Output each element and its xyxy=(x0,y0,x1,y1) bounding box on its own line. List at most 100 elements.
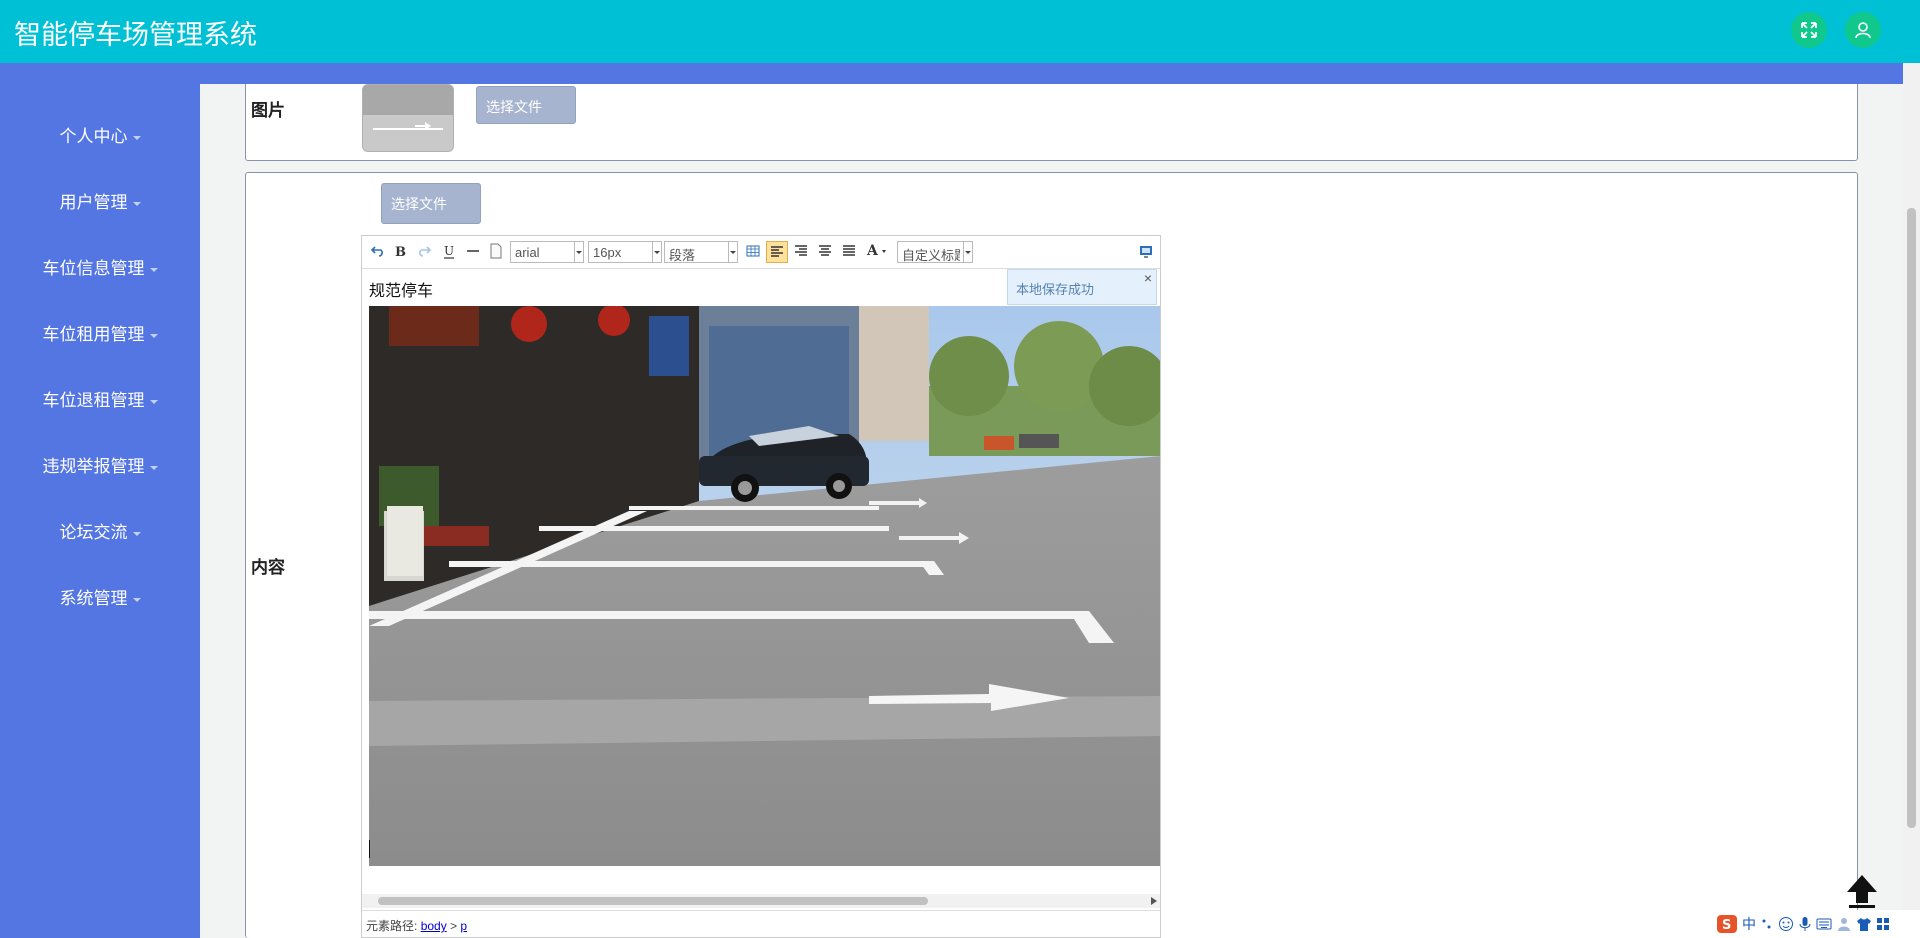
toast-message: 本地保存成功 xyxy=(1016,282,1095,297)
content-field-label: 内容 xyxy=(251,558,285,577)
path-p-link[interactable]: p xyxy=(460,919,467,933)
back-to-top-button[interactable] xyxy=(1844,872,1880,910)
text-cursor xyxy=(369,840,370,858)
dropdown-arrow-icon xyxy=(728,242,737,262)
microphone-icon[interactable] xyxy=(1798,916,1812,932)
font-size-value: 16px xyxy=(593,245,622,260)
svg-text:U: U xyxy=(444,244,454,258)
sidebar-item-forum[interactable]: 论坛交流 xyxy=(0,518,200,543)
path-separator: > xyxy=(450,919,458,933)
local-save-toast: 本地保存成功 × xyxy=(1007,269,1157,305)
punctuation-icon[interactable] xyxy=(1760,917,1774,931)
app-title: 智能停车场管理系统 xyxy=(14,20,257,50)
caret-down-icon xyxy=(149,399,158,404)
font-family-value: arial xyxy=(515,245,540,260)
scroll-right-arrow-icon[interactable] xyxy=(1151,897,1157,905)
font-color-icon[interactable]: A xyxy=(866,243,888,259)
top-header: 智能停车场管理系统 xyxy=(0,0,1920,63)
editor-horizontal-scrollbar[interactable] xyxy=(362,894,1160,908)
caret-down-icon xyxy=(132,531,141,536)
sidebar-item-personal-center[interactable]: 个人中心 xyxy=(0,122,200,147)
content-choose-file-button[interactable]: 选择文件 xyxy=(381,183,481,224)
sidebar-item-space-rental[interactable]: 车位租用管理 xyxy=(0,320,200,345)
sidebar-item-system-management[interactable]: 系统管理 xyxy=(0,584,200,609)
expand-arrows-icon xyxy=(1801,22,1817,38)
element-path-bar: 元素路径: body > p xyxy=(362,910,1160,937)
caret-down-icon xyxy=(149,333,158,338)
caret-down-icon xyxy=(132,135,141,140)
image-thumbnail[interactable] xyxy=(362,84,454,152)
custom-title-value: 自定义标题 xyxy=(902,248,960,263)
toolbox-icon[interactable] xyxy=(1876,917,1890,931)
shirt-icon[interactable] xyxy=(1856,916,1872,932)
sidebar-item-space-info[interactable]: 车位信息管理 xyxy=(0,254,200,279)
user-button[interactable] xyxy=(1845,12,1881,48)
dropdown-arrow-icon xyxy=(574,242,583,262)
custom-title-select[interactable]: 自定义标题 xyxy=(897,241,973,263)
sidebar: 个人中心 用户管理 车位信息管理 车位租用管理 车位退租管理 违规举报管理 论坛… xyxy=(0,84,200,938)
table-icon[interactable] xyxy=(746,244,760,258)
close-icon[interactable]: × xyxy=(1144,270,1152,286)
align-left-icon xyxy=(771,246,783,257)
element-path-label: 元素路径: xyxy=(366,919,418,933)
horizontal-rule-icon[interactable] xyxy=(466,244,480,258)
undo-icon[interactable] xyxy=(371,244,385,258)
scrollbar-thumb[interactable] xyxy=(378,897,928,905)
header-band xyxy=(0,63,1903,84)
sidebar-item-label: 个人中心 xyxy=(59,127,128,146)
caret-down-icon xyxy=(132,201,141,206)
image-field-label: 图片 xyxy=(251,101,285,120)
dropdown-arrow-icon xyxy=(963,242,972,262)
editor-paragraph: 规范停车 xyxy=(369,283,434,300)
dropdown-arrow-icon xyxy=(652,242,661,262)
caret-down-icon xyxy=(149,465,158,470)
sidebar-item-violation-report[interactable]: 违规举报管理 xyxy=(0,452,200,477)
parking-photo[interactable] xyxy=(369,306,1160,866)
ime-toolbar: S 中 xyxy=(1712,910,1920,938)
parking-lot-image xyxy=(369,306,1160,866)
image-choose-file-button[interactable]: 选择文件 xyxy=(476,86,576,124)
paragraph-value: 段落 xyxy=(669,248,696,263)
svg-text:B: B xyxy=(395,245,406,258)
align-right-icon[interactable] xyxy=(794,244,808,258)
underline-icon[interactable]: U xyxy=(442,244,456,259)
path-body-link[interactable]: body xyxy=(421,919,447,933)
sidebar-item-label: 用户管理 xyxy=(59,193,128,212)
skin-icon[interactable] xyxy=(1836,916,1852,932)
arrow-up-icon xyxy=(1847,875,1877,908)
editor-toolbar: B U arial 16px 段落 A 自定义标题 xyxy=(362,236,1160,269)
align-center-icon[interactable] xyxy=(818,244,832,258)
sidebar-item-label: 车位租用管理 xyxy=(42,325,145,344)
sidebar-item-label: 论坛交流 xyxy=(59,523,128,542)
keyboard-icon[interactable] xyxy=(1816,917,1832,931)
preview-icon[interactable] xyxy=(1139,244,1153,258)
page-icon[interactable] xyxy=(490,243,502,259)
sidebar-item-label: 车位信息管理 xyxy=(42,259,145,278)
bold-icon[interactable]: B xyxy=(393,244,407,258)
font-size-select[interactable]: 16px xyxy=(588,241,662,263)
editor-content-area[interactable]: 规范停车 本地保存成功 × xyxy=(362,269,1160,889)
sidebar-item-user-management[interactable]: 用户管理 xyxy=(0,188,200,213)
redo-icon[interactable] xyxy=(417,244,431,258)
sidebar-item-space-return[interactable]: 车位退租管理 xyxy=(0,386,200,411)
caret-down-icon xyxy=(149,267,158,272)
sidebar-item-label: 系统管理 xyxy=(59,589,128,608)
align-justify-icon[interactable] xyxy=(842,244,856,258)
caret-down-icon xyxy=(132,597,141,602)
sidebar-item-label: 车位退租管理 xyxy=(42,391,145,410)
user-icon xyxy=(1855,22,1871,39)
sidebar-item-label: 违规举报管理 xyxy=(42,457,145,476)
page-vertical-scrollbar[interactable] xyxy=(1903,63,1920,938)
paragraph-select[interactable]: 段落 xyxy=(664,241,738,263)
font-family-select[interactable]: arial xyxy=(510,241,584,263)
fullscreen-button[interactable] xyxy=(1791,12,1827,48)
rich-text-editor: B U arial 16px 段落 A 自定义标题 规范停车 xyxy=(361,235,1161,938)
scrollbar-thumb[interactable] xyxy=(1907,208,1916,828)
parking-thumbnail-image xyxy=(363,85,453,151)
sogou-logo-icon[interactable]: S xyxy=(1716,914,1738,934)
emoji-icon[interactable] xyxy=(1778,916,1794,932)
svg-text:S: S xyxy=(1722,918,1731,933)
svg-text:A: A xyxy=(866,243,879,259)
ime-language[interactable]: 中 xyxy=(1742,914,1756,934)
align-left-button[interactable] xyxy=(766,241,788,263)
